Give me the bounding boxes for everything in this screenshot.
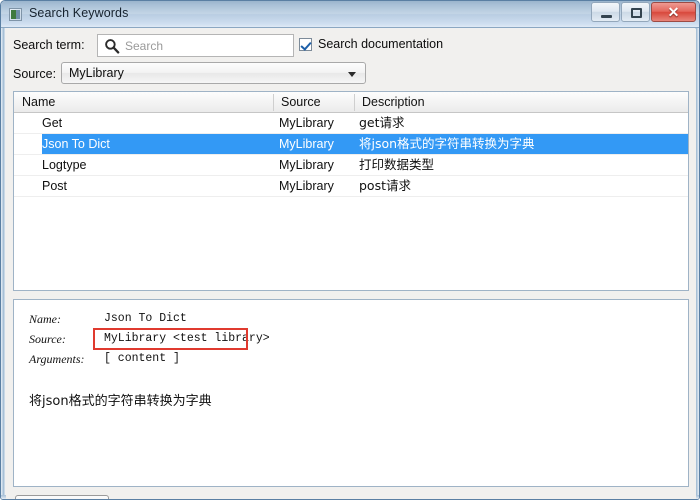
close-button[interactable]: ✕	[651, 2, 696, 22]
dialog-content: Search term: Search Search documentation…	[6, 29, 696, 499]
close-icon: ✕	[667, 4, 680, 20]
search-icon	[104, 38, 120, 54]
keyword-detail-panel: Name: Json To Dict Source: MyLibrary <te…	[13, 299, 689, 487]
minimize-button[interactable]	[591, 2, 620, 22]
app-icon	[9, 8, 22, 21]
table-row[interactable]: Json To Dict MyLibrary 将json格式的字符串转换为字典	[14, 134, 688, 155]
detail-documentation: 将json格式的字符串转换为字典	[29, 394, 212, 409]
search-input[interactable]: Search	[97, 34, 294, 57]
window-bevel-left	[1, 28, 5, 499]
column-header-description[interactable]: Description	[354, 92, 684, 112]
column-header-name[interactable]: Name	[14, 92, 273, 112]
title-bar: Search Keywords ✕	[1, 1, 699, 28]
dialog-footer: Find Usages	[6, 488, 696, 499]
chevron-down-icon	[348, 72, 356, 77]
table-body: Get MyLibrary get请求 Json To Dict MyLibra…	[14, 113, 688, 197]
search-keywords-window: Search Keywords ✕ Search term: Search Se…	[0, 0, 700, 500]
checkbox-checked-icon	[299, 38, 312, 51]
cell-source: MyLibrary	[279, 179, 334, 193]
cell-name: Logtype	[42, 158, 87, 172]
window-title: Search Keywords	[29, 6, 129, 20]
detail-name-label: Name:	[29, 312, 61, 326]
maximize-button[interactable]	[621, 2, 650, 22]
cell-description: get请求	[359, 115, 405, 130]
cell-source: MyLibrary	[279, 137, 334, 151]
cell-description: 打印数据类型	[359, 157, 435, 172]
find-usages-button[interactable]: Find Usages	[15, 495, 110, 499]
search-term-label: Search term:	[13, 38, 85, 52]
source-row: Source: MyLibrary	[13, 62, 689, 88]
column-header-source[interactable]: Source	[273, 92, 354, 112]
detail-arguments-label: Arguments:	[29, 352, 85, 366]
search-documentation-label: Search documentation	[318, 37, 444, 51]
detail-name-value: Json To Dict	[104, 312, 187, 325]
cell-name: Json To Dict	[42, 137, 110, 151]
search-row: Search term: Search Search documentation	[13, 33, 689, 59]
keywords-table[interactable]: Name Source Description Get MyLibrary ge…	[13, 91, 689, 291]
window-controls: ✕	[591, 2, 696, 22]
source-label: Source:	[13, 67, 57, 81]
cell-name: Post	[42, 179, 68, 193]
cell-description: post请求	[359, 178, 411, 193]
source-highlight-box	[93, 328, 248, 350]
source-dropdown-value: MyLibrary	[69, 66, 124, 80]
cell-source: MyLibrary	[279, 116, 334, 130]
table-row[interactable]: Logtype MyLibrary 打印数据类型	[14, 155, 688, 176]
source-dropdown[interactable]: MyLibrary	[61, 62, 366, 84]
search-input-placeholder: Search	[125, 39, 164, 53]
maximize-icon	[631, 8, 642, 18]
table-row[interactable]: Post MyLibrary post请求	[14, 176, 688, 197]
detail-source-label: Source:	[29, 332, 66, 346]
cell-description: 将json格式的字符串转换为字典	[359, 136, 535, 151]
search-documentation-checkbox[interactable]: Search documentation	[299, 36, 449, 56]
cell-source: MyLibrary	[279, 158, 334, 172]
cell-name: Get	[42, 116, 63, 130]
minimize-icon	[601, 15, 612, 18]
table-header: Name Source Description	[14, 92, 688, 113]
detail-arguments-value: [ content ]	[104, 352, 180, 365]
table-row[interactable]: Get MyLibrary get请求	[14, 113, 688, 134]
